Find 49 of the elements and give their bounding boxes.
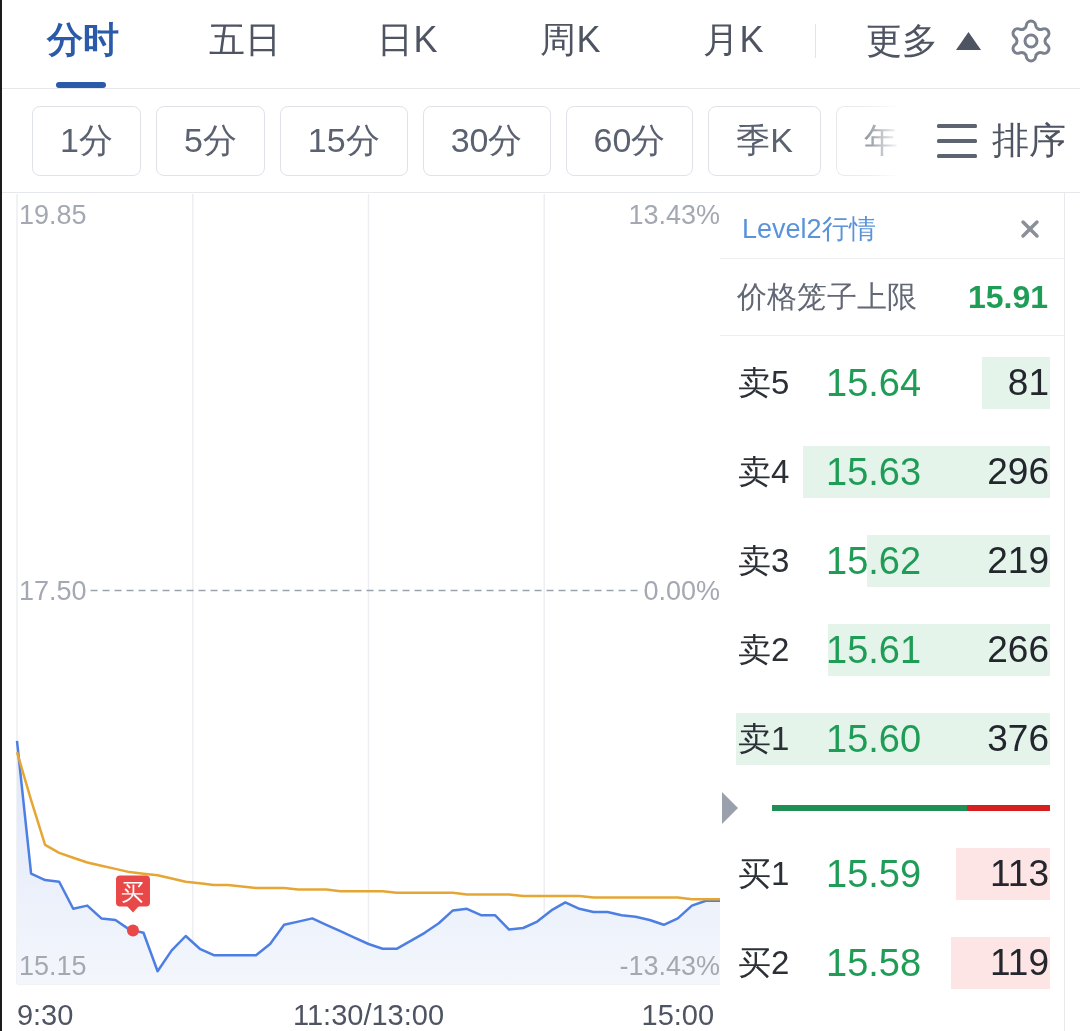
price-axis-label: 19.85 (19, 199, 87, 230)
period-button[interactable]: 15分 (279, 105, 408, 176)
order-price: 15.59 (826, 854, 922, 893)
percent-axis-label: -13.43% (619, 951, 720, 982)
order-volume: 376 (987, 720, 1050, 757)
order-price: 15.63 (826, 452, 922, 491)
order-level-label: 买1 (737, 857, 791, 890)
order-level-label: 卖5 (737, 366, 791, 399)
annotation: 买 (121, 878, 145, 905)
chart-period-tab[interactable]: 五日 (163, 0, 326, 88)
order-volume: 113 (990, 855, 1050, 892)
order-volume: 296 (987, 453, 1050, 490)
price-axis-label: 17.50 (19, 575, 87, 606)
period-button[interactable]: 30分 (422, 105, 551, 176)
order-level-label: 买2 (737, 946, 791, 979)
order-price: 15.58 (826, 943, 922, 982)
period-button[interactable]: 5分 (155, 105, 265, 176)
time-axis-label: 15:00 (641, 999, 715, 1031)
period-button[interactable]: 季K (708, 105, 821, 176)
order-price: 15.60 (826, 719, 922, 758)
order-volume: 266 (987, 631, 1050, 668)
time-axis-label: 11:30/13:00 (293, 999, 444, 1031)
order-price: 15.62 (826, 541, 922, 580)
more-dropdown[interactable]: 更多 (866, 0, 981, 88)
chart-period-tab[interactable]: 月K (652, 0, 815, 88)
time-axis-label: 9:30 (16, 999, 74, 1031)
order-level-label: 卖2 (737, 633, 791, 666)
chart-period-tab[interactable]: 日K (326, 0, 489, 88)
chart-period-tab[interactable]: 周K (489, 0, 652, 88)
order-price: 15.61 (826, 630, 922, 669)
order-volume: 219 (987, 542, 1050, 579)
order-level-label: 卖4 (737, 455, 791, 488)
percent-axis-label: 0.00% (643, 575, 720, 606)
price-cage-label: 价格笼子上限 (737, 278, 917, 315)
ask-depth-bar (982, 356, 1050, 409)
period-button[interactable]: 1分 (32, 105, 141, 176)
order-volume: 119 (990, 944, 1050, 981)
period-button[interactable]: 60分 (565, 105, 694, 176)
order-level-label: 卖1 (737, 722, 791, 755)
percent-axis-label: 13.43% (628, 199, 720, 230)
chart-period-tab[interactable]: 分时 (2, 0, 163, 88)
order-volume: 81 (1007, 364, 1050, 401)
panel-title: Level2行情 (742, 212, 876, 246)
menu-icon (937, 123, 977, 158)
order-price: 15.64 (826, 363, 922, 402)
price-axis-label: 15.15 (19, 951, 87, 982)
price-cage-value: 15.91 (967, 278, 1048, 316)
caret-right-icon[interactable] (722, 792, 738, 824)
order-level-label: 卖3 (737, 544, 791, 577)
